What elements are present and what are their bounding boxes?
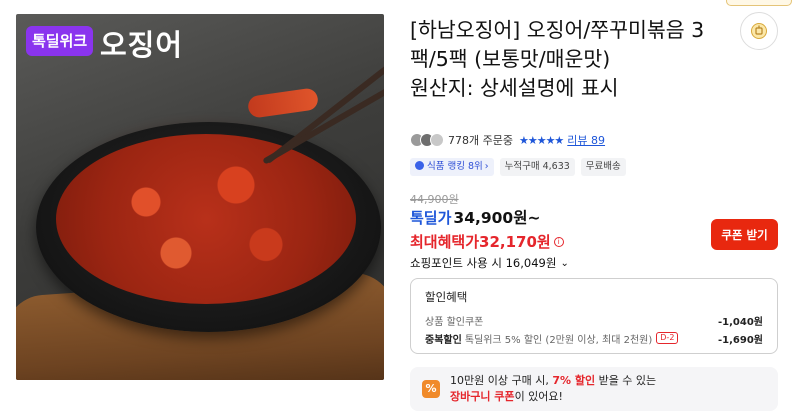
promo-line-2: 장바구니 쿠폰이 있어요! xyxy=(450,389,656,405)
sale-price-row: 톡딜가 34,900원~ xyxy=(410,206,540,228)
promo-text-b: 받을 수 있는 xyxy=(595,374,657,387)
ranking-icon xyxy=(415,161,424,170)
shopping-points-toggle[interactable]: 쇼핑포인트 사용 시 16,049원 ⌄ xyxy=(410,255,569,271)
shopping-points-text: 쇼핑포인트 사용 시 16,049원 xyxy=(410,256,557,270)
product-chips: 식품 랭킹 8위 › 누적구매 4,633 무료배송 xyxy=(410,158,626,176)
discount-item-label: 상품 할인쿠폰 xyxy=(425,316,484,328)
promo-discount-highlight: 7% 할인 xyxy=(552,374,596,387)
sale-price: 34,900원~ xyxy=(453,209,541,227)
product-image[interactable]: 톡딜위크 오징어 xyxy=(16,14,384,380)
promo-text-a: 10만원 이상 구매 시, xyxy=(450,374,553,387)
product-meta-row: 778개 주문중 ★★★★★ 리뷰 89 xyxy=(410,131,605,149)
discount-item-amount: -1,690원 xyxy=(718,334,763,346)
discount-benefits-box: 할인혜택 상품 할인쿠폰 -1,040원 중복할인 톡딜위크 5% 할인 (2만… xyxy=(410,278,778,354)
get-coupon-button[interactable]: 쿠폰 받기 xyxy=(711,219,778,250)
free-shipping-chip: 무료배송 xyxy=(580,158,626,176)
food-ranking-chip[interactable]: 식품 랭킹 8위 › xyxy=(410,158,494,176)
image-product-title: 오징어 xyxy=(100,28,184,62)
stir-fried-squid xyxy=(56,134,356,304)
cumulative-purchase-chip: 누적구매 4,633 xyxy=(499,158,575,176)
product-title: [하남오징어] 오징어/쭈꾸미볶음 3팩/5팩 (보통맛/매운맛) xyxy=(410,18,705,71)
discount-item-amount: -1,040원 xyxy=(718,316,763,328)
cart-coupon-text: 10만원 이상 구매 시, 7% 할인 받을 수 있는 장바구니 쿠폰이 있어요… xyxy=(450,373,656,405)
promo-line-1: 10만원 이상 구매 시, 7% 할인 받을 수 있는 xyxy=(450,373,656,389)
origin-info: 원산지: 상세설명에 표시 xyxy=(410,76,619,100)
max-benefit-row: 최대혜택가 32,170원 i xyxy=(410,231,564,252)
original-price: 44,900원 xyxy=(410,193,459,206)
sale-price-label: 톡딜가 xyxy=(410,209,452,227)
discount-item: 상품 할인쿠폰 -1,040원 xyxy=(425,313,763,328)
coin-tooltip xyxy=(726,0,792,6)
cart-coupon-banner[interactable]: % 10만원 이상 구매 시, 7% 할인 받을 수 있는 장바구니 쿠폰이 있… xyxy=(410,367,778,411)
info-icon[interactable]: i xyxy=(553,236,564,247)
promo-text-c: 이 있어요! xyxy=(514,390,563,403)
order-count: 778개 주문중 xyxy=(448,134,513,147)
d-day-badge: D-2 xyxy=(656,332,679,344)
discount-item-label: 톡딜위크 5% 할인 (2만원 이상, 최대 2천원) xyxy=(464,334,653,346)
squid-bite xyxy=(246,87,320,119)
discount-box-title: 할인혜택 xyxy=(425,290,468,304)
review-link[interactable]: 리뷰 89 xyxy=(567,132,605,148)
chevron-right-icon: › xyxy=(484,161,489,172)
discount-item: 중복할인 톡딜위크 5% 할인 (2만원 이상, 최대 2천원) D-2 -1,… xyxy=(425,331,763,346)
ranking-label: 식품 랭킹 8위 xyxy=(427,161,483,172)
duplicate-discount-label: 중복할인 xyxy=(425,334,462,346)
buyer-avatars xyxy=(410,133,444,147)
rating-stars-icon: ★★★★★ xyxy=(518,133,564,147)
max-benefit-price: 32,170원 xyxy=(479,233,551,251)
product-title-block: [하남오징어] 오징어/쭈꾸미볶음 3팩/5팩 (보통맛/매운맛) 원산지: 상… xyxy=(410,16,730,103)
max-benefit-label: 최대혜택가 xyxy=(410,233,480,251)
avatar xyxy=(430,133,444,147)
chevron-down-icon: ⌄ xyxy=(560,257,569,269)
tokdeal-week-badge: 톡딜위크 xyxy=(26,26,94,56)
cart-coupon-highlight: 장바구니 쿠폰 xyxy=(450,390,515,403)
coin-share-icon[interactable] xyxy=(740,12,778,50)
percent-icon: % xyxy=(422,380,440,398)
